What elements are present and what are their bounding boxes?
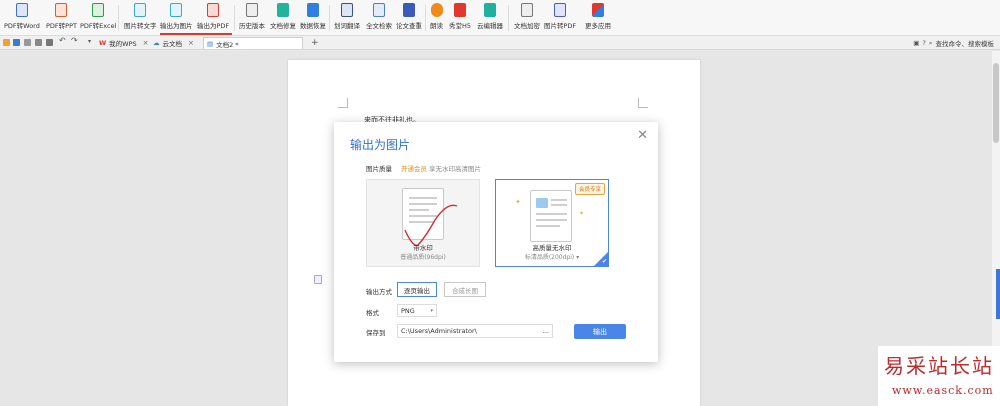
- translate-icon: [341, 3, 353, 17]
- h5-button[interactable]: 秀堂H5: [449, 3, 471, 33]
- read-aloud-icon: [430, 3, 443, 17]
- close-icon[interactable]: ✕: [637, 128, 648, 143]
- pdf-to-ppt-icon: [55, 3, 68, 17]
- vip-link[interactable]: 开通会员: [401, 163, 427, 173]
- encrypt-icon: [521, 3, 533, 17]
- mode-label: 输出方式: [366, 288, 392, 296]
- vip-badge: 会员专享: [574, 183, 605, 195]
- history-button[interactable]: 历史版本: [239, 3, 265, 33]
- tab-bar: ↶ ↷ ▾ W 我的WPS × ☁ 云文档 × ▤ 文档2 * + ▣ ? ⌕ …: [0, 36, 1000, 50]
- tab-my-wps[interactable]: W 我的WPS ×: [96, 37, 152, 49]
- save-icon[interactable]: [13, 39, 20, 46]
- image-to-text-button[interactable]: 图片转文字: [124, 3, 157, 33]
- pdf-to-excel-button[interactable]: PDF转Excel: [80, 3, 116, 33]
- paragraph-icon[interactable]: [314, 275, 322, 284]
- watermark-url: www.easck.com: [892, 384, 994, 397]
- save-location-label: 保存到: [366, 329, 386, 337]
- print-icon[interactable]: [35, 39, 42, 46]
- export-image-button[interactable]: 输出为图片: [160, 3, 193, 33]
- watermark-title: 易采站长站: [884, 354, 994, 378]
- cloud-editor-button[interactable]: 云编辑器: [477, 3, 503, 33]
- translate-button[interactable]: 划词翻译: [334, 3, 360, 33]
- ribbon-separator: [508, 5, 509, 31]
- image-to-pdf-icon: [554, 3, 567, 17]
- format-label: 格式: [366, 309, 379, 317]
- format-select[interactable]: PNG ▾: [397, 304, 437, 317]
- tab-document-2[interactable]: ▤ 文档2 *: [203, 37, 303, 49]
- history-icon: [246, 3, 258, 17]
- new-tab-button[interactable]: +: [308, 37, 322, 49]
- check-icon: ✔: [601, 258, 607, 265]
- vip-hint: 享无水印高清图片: [429, 165, 481, 173]
- export-pdf-icon: [207, 3, 220, 17]
- ribbon-separator: [234, 5, 235, 31]
- help-icon[interactable]: ?: [922, 39, 925, 47]
- mode-per-page-button[interactable]: 逐页输出: [397, 282, 437, 297]
- full-search-icon: [373, 3, 385, 17]
- more-apps-button[interactable]: 更多应用: [585, 3, 611, 33]
- sparkle-icon: ✦: [579, 210, 585, 217]
- doc-repair-button[interactable]: 文档修复: [270, 3, 296, 33]
- quality-option-hd[interactable]: 会员专享 ✦ ✦ 高质量无水印 标清品质(200dpi) ▾ ✔: [495, 179, 609, 267]
- ribbon-separator: [118, 5, 119, 31]
- more-apps-icon: [592, 3, 604, 17]
- close-icon[interactable]: ×: [143, 39, 149, 47]
- mode-long-image-button[interactable]: 合成长图: [444, 282, 486, 297]
- save-path-field[interactable]: C:\Users\Administrator\ ...: [397, 324, 553, 338]
- read-aloud-button[interactable]: 朗读: [430, 3, 443, 33]
- pdf-to-word-button[interactable]: PDF转Word: [4, 3, 40, 33]
- sparkle-icon: ✦: [515, 198, 521, 206]
- cloud-editor-icon: [484, 3, 496, 17]
- site-watermark: 易采站长站 www.easck.com: [878, 346, 1000, 406]
- image-document-icon: [530, 190, 572, 242]
- print-preview-icon[interactable]: [24, 39, 31, 46]
- side-panel-tab[interactable]: [996, 269, 1000, 319]
- chevron-down-icon: ▾: [430, 307, 433, 314]
- data-recover-button[interactable]: 数据恢复: [300, 3, 326, 33]
- cloud-icon: ☁: [153, 39, 160, 47]
- wps-logo-icon: W: [99, 39, 107, 47]
- redo-icon[interactable]: ↷: [71, 36, 78, 45]
- image-to-pdf-button[interactable]: 图片转PDF: [544, 3, 576, 33]
- export-icon[interactable]: [46, 39, 53, 46]
- ribbon-separator: [329, 5, 330, 31]
- pdf-to-excel-icon: [92, 3, 105, 17]
- export-button[interactable]: 输出: [574, 324, 626, 339]
- page-corner-mark: [338, 98, 348, 108]
- quality-option-watermark[interactable]: 带水印 普通品质(96dpi): [366, 179, 480, 267]
- browse-button[interactable]: ...: [543, 327, 549, 335]
- export-image-icon: [170, 3, 183, 17]
- dialog-title: 输出为图片: [350, 138, 411, 152]
- export-image-dialog: 输出为图片 ✕ 图片质量 开通会员 享无水印高清图片 带水印 普通品质(96dp…: [334, 122, 658, 362]
- chevron-down-icon[interactable]: ▾: [88, 38, 95, 45]
- h5-icon: [454, 3, 467, 17]
- ribbon-separator: [425, 5, 426, 31]
- pdf-to-ppt-button[interactable]: PDF转PPT: [46, 3, 77, 33]
- pdf-to-word-icon: [15, 3, 28, 17]
- quality-label: 图片质量: [366, 165, 392, 173]
- doc-icon: ▤: [207, 39, 214, 48]
- ribbon-toolbar: PDF转Word PDF转PPT PDF转Excel 图片转文字 输出为图片 输…: [0, 0, 1000, 36]
- command-search[interactable]: ▣ ? ⌕ 查找命令、搜索模板: [913, 38, 994, 49]
- scrollbar-thumb[interactable]: [993, 63, 999, 143]
- search-icon: ⌕: [928, 38, 933, 47]
- paper-check-icon: [403, 3, 415, 17]
- image-to-text-icon: [134, 3, 147, 17]
- close-icon[interactable]: ×: [188, 39, 194, 47]
- data-recover-icon: [307, 3, 319, 17]
- active-indicator: [160, 33, 232, 35]
- paper-check-button[interactable]: 论文查重: [396, 3, 422, 33]
- encrypt-button[interactable]: 文档加密: [514, 3, 540, 33]
- page-corner-mark: [638, 98, 648, 108]
- export-pdf-button[interactable]: 输出为PDF: [197, 3, 229, 33]
- tab-cloud-docs[interactable]: ☁ 云文档 ×: [150, 37, 197, 49]
- undo-icon[interactable]: ↶: [59, 36, 66, 45]
- doc-repair-icon: [277, 3, 289, 17]
- settings-icon[interactable]: ▣: [913, 39, 919, 47]
- full-search-button[interactable]: 全文检索: [366, 3, 392, 33]
- open-folder-icon[interactable]: [3, 39, 10, 46]
